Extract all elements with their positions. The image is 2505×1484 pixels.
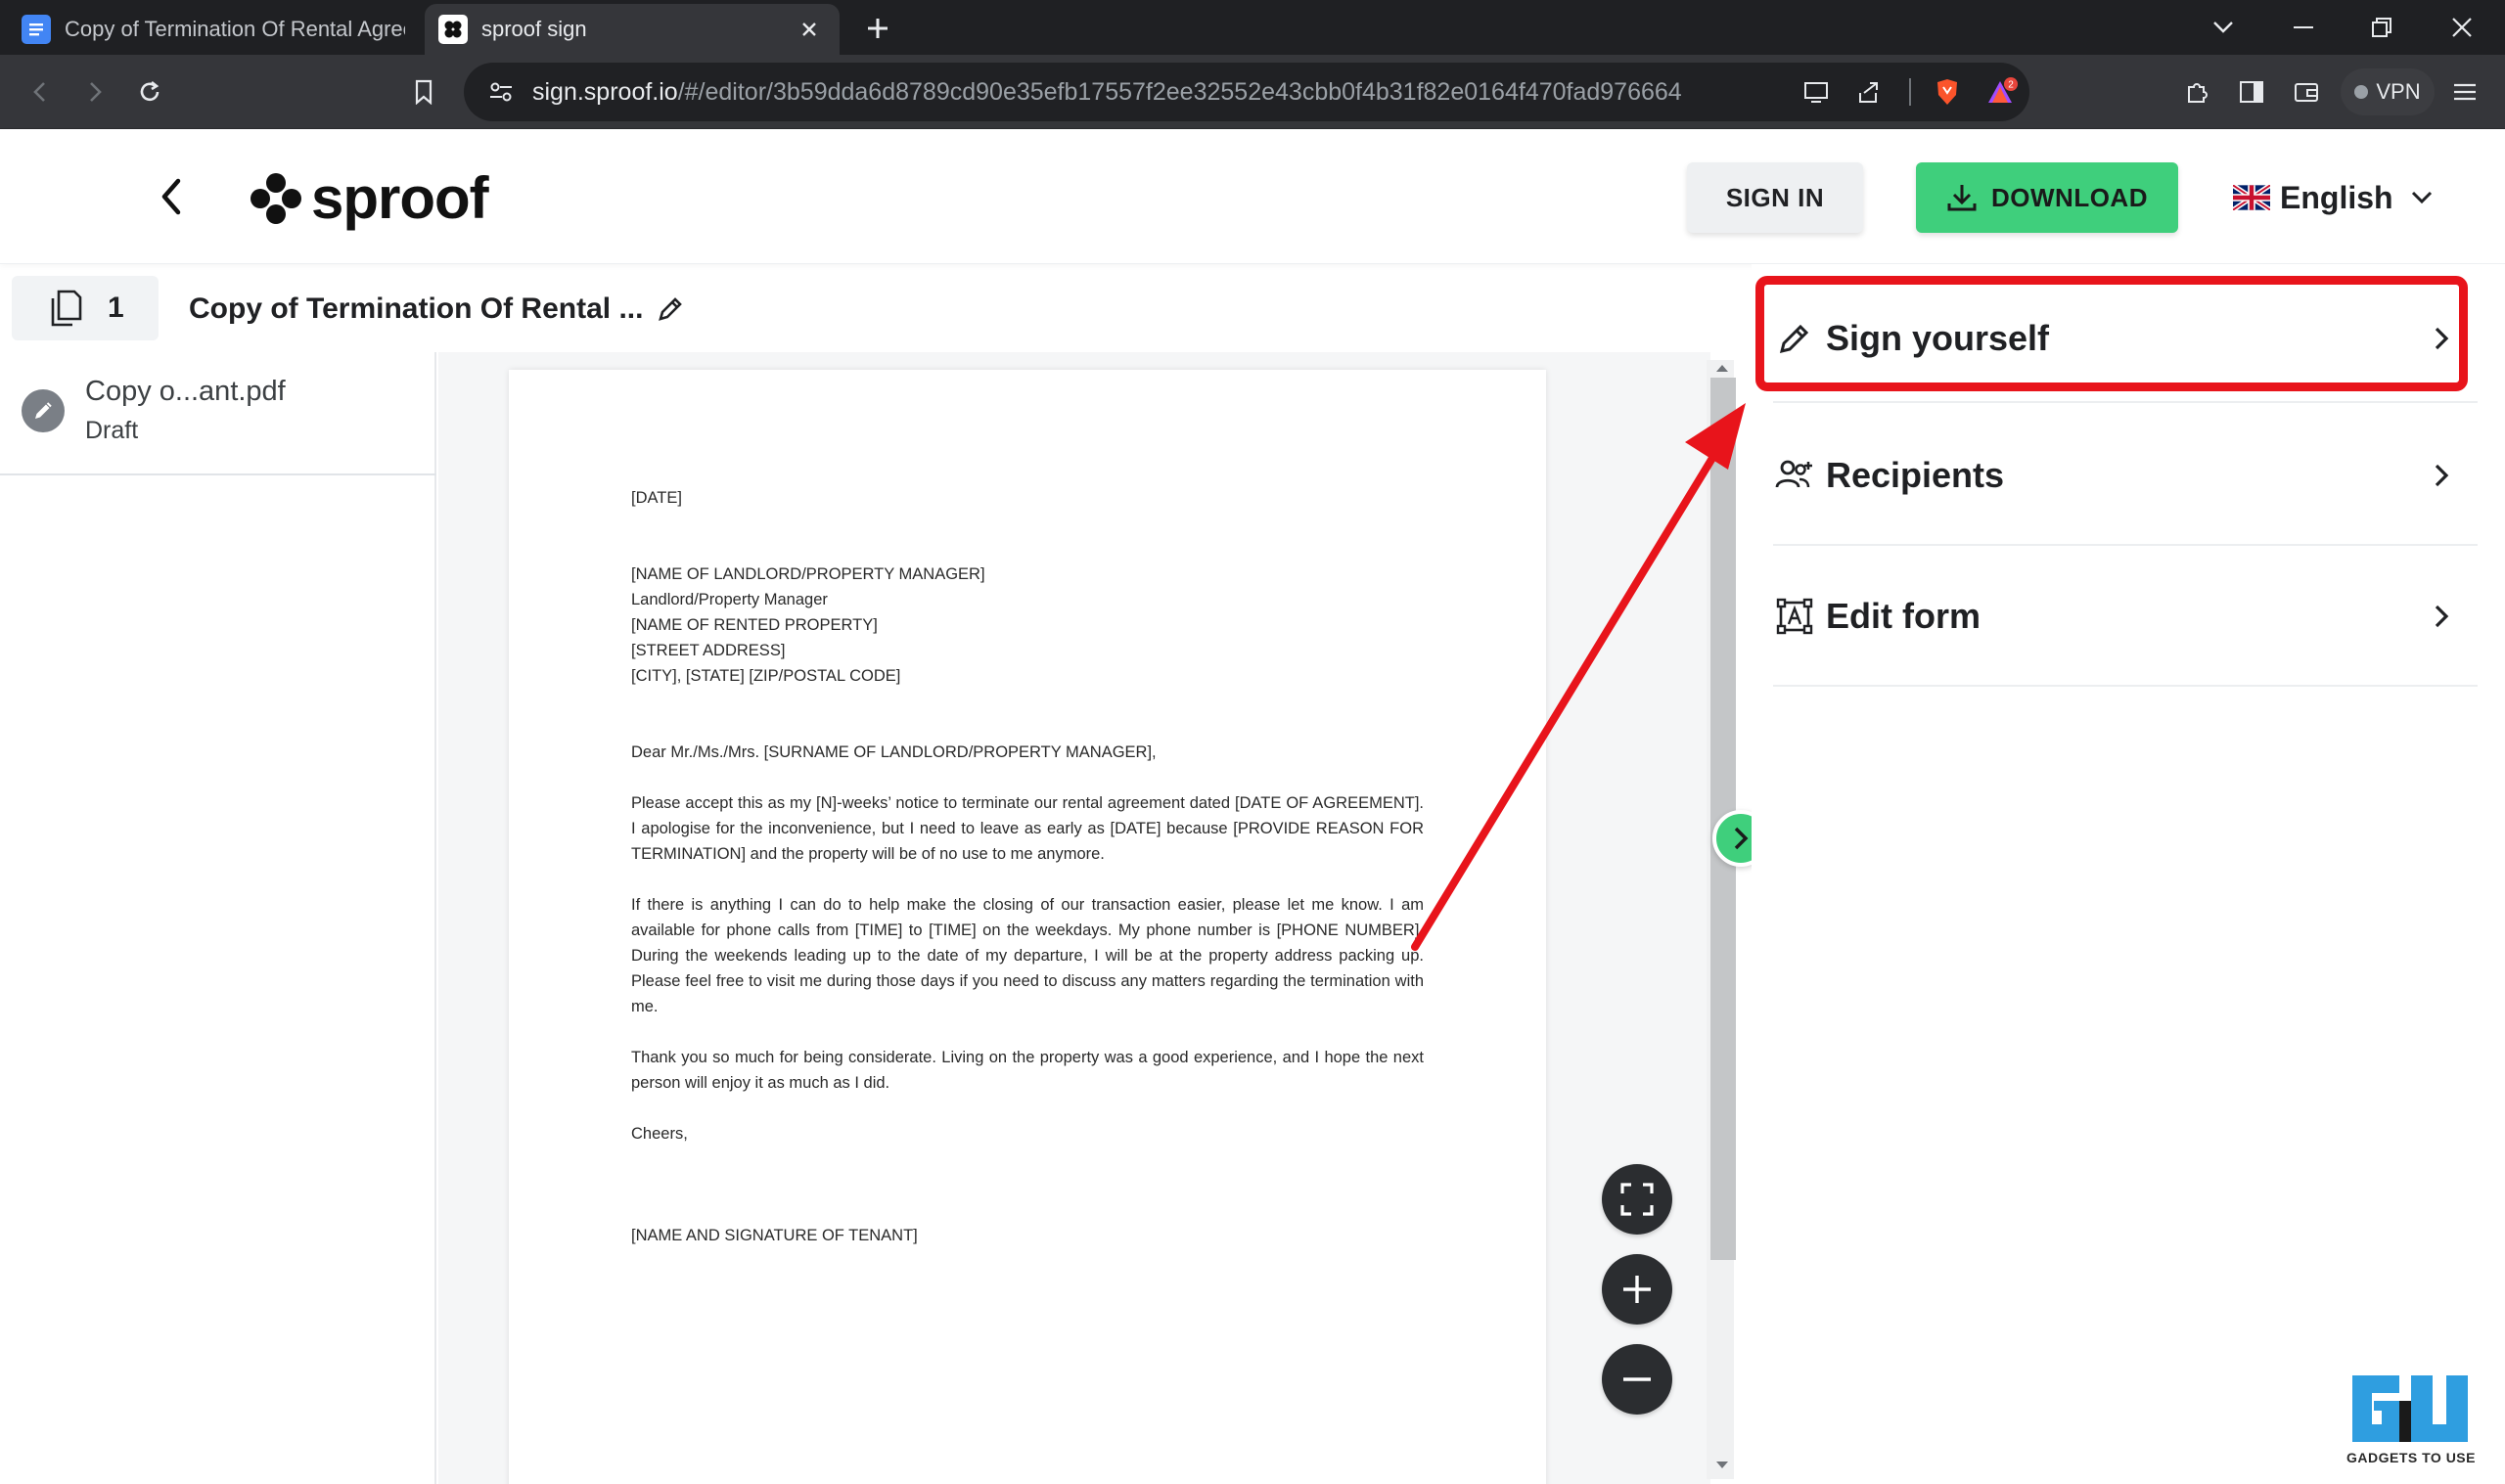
edit-form-action[interactable]: Edit form	[1773, 548, 2478, 687]
letter-salutation: Dear Mr./Ms./Mrs. [SURNAME OF LANDLORD/P…	[631, 743, 1157, 761]
download-label: DOWNLOAD	[1991, 182, 2148, 212]
uk-flag-icon	[2233, 185, 2270, 210]
vpn-label: VPN	[2376, 79, 2421, 104]
letter-date: [DATE]	[631, 489, 682, 507]
url-text: sign.sproof.io/#/editor/3b59dda6d8789cd9…	[532, 78, 1682, 106]
browser-toolbar: sign.sproof.io/#/editor/3b59dda6d8789cd9…	[0, 55, 2505, 129]
language-label: English	[2280, 179, 2393, 215]
page-count: 1	[108, 292, 124, 324]
extensions-icon[interactable]	[2176, 71, 2217, 112]
letter-signature-line: [NAME AND SIGNATURE OF TENANT]	[631, 1227, 918, 1244]
letter-address-line: Landlord/Property Manager	[631, 591, 828, 608]
fullscreen-button[interactable]	[1602, 1164, 1672, 1235]
gadgets-to-use-logo-icon	[2352, 1375, 2468, 1442]
docs-favicon-icon	[22, 15, 51, 44]
minus-icon	[1623, 1377, 1651, 1381]
document-title[interactable]: Copy of Termination Of Rental ...	[189, 286, 684, 333]
pages-icon	[51, 290, 82, 327]
back-nav-icon[interactable]	[20, 71, 61, 112]
letter-paragraph: Please accept this as my [N]-weeks’ noti…	[631, 794, 1424, 863]
action-label: Edit form	[1826, 596, 1981, 636]
share-icon[interactable]	[1853, 76, 1885, 108]
sidebar-icon[interactable]	[2231, 71, 2272, 112]
vpn-status-icon	[2354, 85, 2369, 99]
tab-title: Copy of Termination Of Rental Agreem	[65, 17, 405, 41]
file-list-panel: Copy o...ant.pdf Draft	[0, 352, 436, 1484]
letter-address-line: [CITY], [STATE] [ZIP/POSTAL CODE]	[631, 667, 901, 685]
fullscreen-icon	[1620, 1183, 1654, 1216]
cast-icon[interactable]	[1800, 76, 1832, 108]
letter-address-line: [NAME OF RENTED PROPERTY]	[631, 616, 878, 634]
restore-icon[interactable]	[2362, 10, 2401, 45]
draft-pencil-icon	[22, 389, 65, 432]
page-counter[interactable]: 1	[12, 276, 159, 340]
file-list-item[interactable]: Copy o...ant.pdf Draft	[0, 352, 436, 475]
edit-title-pencil-icon[interactable]	[657, 295, 684, 323]
tab-title: sproof sign	[481, 17, 587, 41]
language-select[interactable]: English	[2233, 172, 2433, 223]
zoom-in-button[interactable]	[1602, 1254, 1672, 1325]
close-window-icon[interactable]	[2442, 10, 2482, 45]
document-page: [DATE] [NAME OF LANDLORD/PROPERTY MANAGE…	[509, 370, 1546, 1484]
reload-icon[interactable]	[129, 71, 170, 112]
chevron-right-icon	[2427, 461, 2456, 490]
vpn-button[interactable]: VPN	[2341, 68, 2435, 115]
letter-paragraph: Thank you so much for being considerate.…	[631, 1049, 1424, 1092]
document-title-text: Copy of Termination Of Rental ...	[189, 292, 644, 325]
action-label: Recipients	[1826, 455, 2005, 495]
sproof-logo[interactable]: sproof	[249, 164, 489, 232]
actions-panel: Sign yourself Recipients Edit form	[1752, 264, 2505, 1484]
chevron-down-icon	[2411, 191, 2432, 204]
browser-tab-sproof[interactable]: sproof sign	[425, 4, 840, 55]
back-arrow-icon[interactable]	[147, 172, 196, 221]
action-label: Sign yourself	[1826, 318, 2050, 358]
file-name: Copy o...ant.pdf	[85, 376, 286, 407]
logo-wordmark: sproof	[311, 165, 489, 231]
letter-closing: Cheers,	[631, 1125, 688, 1143]
toolbar-divider	[1908, 76, 1912, 108]
sign-yourself-action[interactable]: Sign yourself	[1773, 276, 2478, 403]
download-icon	[1947, 185, 1977, 211]
browser-menu-icon[interactable]	[2444, 71, 2485, 112]
brave-shield-icon[interactable]	[1932, 76, 1963, 108]
bookmark-icon[interactable]	[403, 71, 444, 112]
chevron-right-icon	[2427, 324, 2456, 353]
edit-form-icon	[1773, 595, 1816, 638]
recipients-action[interactable]: Recipients	[1773, 407, 2478, 546]
letter-address-line: [STREET ADDRESS]	[631, 642, 786, 659]
tab-search-chevron-icon[interactable]	[2204, 10, 2243, 45]
file-status: Draft	[85, 417, 139, 444]
document-viewer[interactable]: [DATE] [NAME OF LANDLORD/PROPERTY MANAGE…	[438, 352, 1710, 1484]
watermark-text: GADGETS TO USE	[2346, 1450, 2476, 1465]
zoom-out-button[interactable]	[1602, 1344, 1672, 1415]
browser-tab-bar: Copy of Termination Of Rental Agreem spr…	[0, 0, 2505, 55]
plus-icon	[1623, 1276, 1651, 1303]
chevron-right-icon	[1734, 827, 1749, 850]
app-header: sproof SIGN IN DOWNLOAD English	[0, 129, 2505, 264]
letter-paragraph: If there is anything I can do to help ma…	[631, 896, 1424, 1015]
download-button[interactable]: DOWNLOAD	[1916, 162, 2178, 233]
pencil-icon	[1773, 317, 1816, 360]
new-tab-icon[interactable]	[861, 12, 894, 45]
letter-address-line: [NAME OF LANDLORD/PROPERTY MANAGER]	[631, 565, 985, 583]
chevron-right-icon	[2427, 602, 2456, 631]
svg-text:2: 2	[2008, 80, 2014, 91]
brave-rewards-icon[interactable]: 2	[1986, 76, 2018, 108]
address-bar[interactable]: sign.sproof.io/#/editor/3b59dda6d8789cd9…	[464, 63, 2029, 121]
scroll-down-icon[interactable]	[1714, 1458, 1730, 1473]
scroll-up-icon[interactable]	[1714, 360, 1730, 376]
sproof-logo-icon	[250, 172, 301, 224]
site-settings-icon[interactable]	[485, 76, 517, 108]
watermark-logo: GADGETS TO USE	[2343, 1370, 2480, 1471]
minimize-icon[interactable]	[2284, 10, 2323, 45]
close-tab-icon[interactable]	[793, 13, 826, 46]
sign-in-button[interactable]: SIGN IN	[1687, 162, 1863, 233]
forward-nav-icon[interactable]	[74, 71, 115, 112]
sproof-favicon-icon	[438, 15, 468, 44]
wallet-icon[interactable]	[2286, 71, 2327, 112]
browser-tab-docs[interactable]: Copy of Termination Of Rental Agreem	[8, 4, 419, 55]
recipients-icon	[1773, 454, 1816, 497]
